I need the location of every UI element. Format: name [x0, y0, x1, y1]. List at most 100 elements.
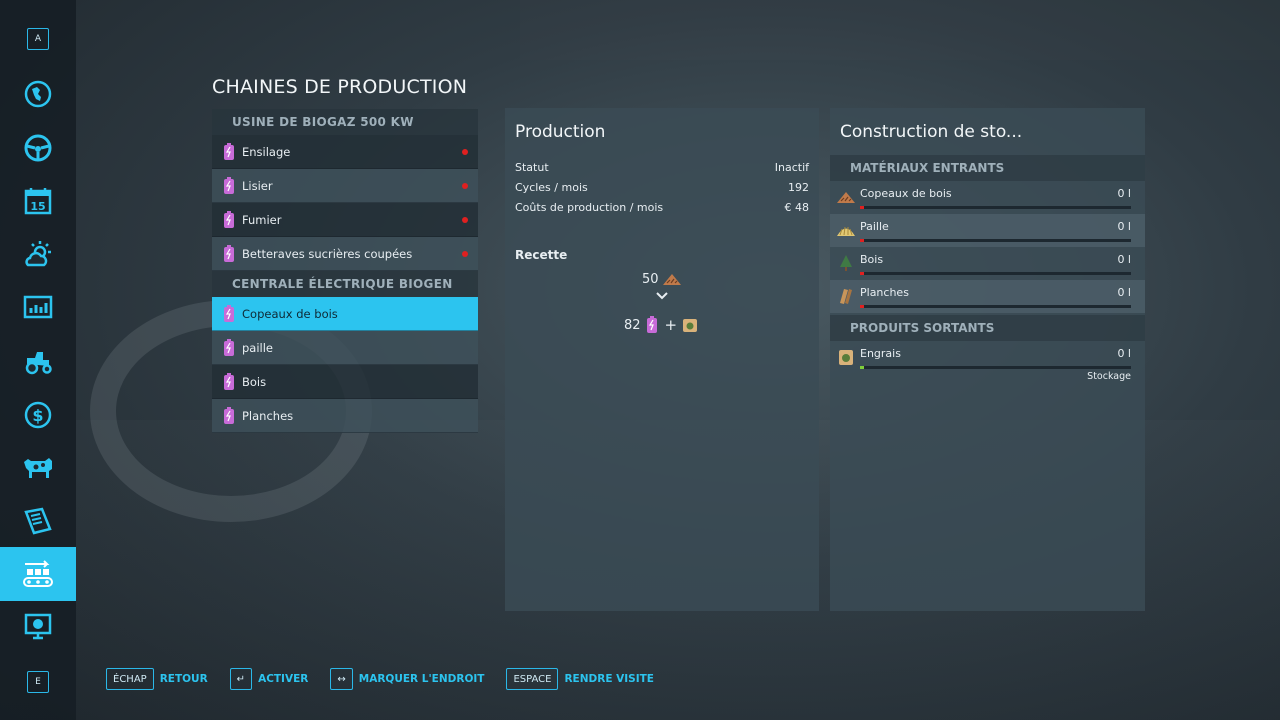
- production-details-panel: Production Statut Inactif Cycles / mois …: [505, 108, 819, 611]
- input-label: Paille: [860, 220, 889, 233]
- stat-row: Cycles / mois 192: [515, 181, 809, 194]
- input-value: 0 l: [1117, 187, 1131, 200]
- production-group-header: USINE DE BIOGAZ 500 KW: [212, 109, 478, 135]
- input-value: 0 l: [1117, 220, 1131, 233]
- electricity-icon: [646, 316, 657, 333]
- input-row-bois: Bois 0 l: [830, 247, 1145, 280]
- fill-bar: [860, 206, 1131, 209]
- input-row-copeaux: Copeaux de bois 0 l: [830, 181, 1145, 214]
- output-row-engrais: Engrais 0 l Stockage: [830, 341, 1145, 389]
- production-chains-icon: [23, 560, 53, 587]
- animals-icon: [24, 458, 52, 478]
- hint-visit[interactable]: ESPACE RENDRE VISITE: [506, 668, 654, 690]
- sidebar-next-key[interactable]: E: [27, 671, 49, 693]
- calendar-icon: 15: [24, 188, 52, 215]
- key-arrows: ↔: [330, 668, 353, 690]
- production-item-planches[interactable]: Planches: [212, 399, 478, 433]
- statistics-icon: [23, 295, 53, 319]
- hint-mark-location[interactable]: ↔ MARQUER L'ENDROIT: [330, 668, 484, 690]
- key-enter: ↵: [229, 668, 253, 690]
- input-label: Bois: [860, 253, 884, 266]
- stat-label: Cycles / mois: [515, 181, 588, 194]
- background-beam: [520, 0, 1280, 60]
- inputs-header: MATÉRIAUX ENTRANTS: [830, 155, 1145, 181]
- production-item-copeaux[interactable]: Copeaux de bois: [212, 297, 478, 331]
- stat-value: Inactif: [774, 161, 809, 174]
- recipe-arrow: [655, 291, 669, 301]
- sidebar-item-finances[interactable]: $: [0, 388, 76, 442]
- fertilizer-icon: [839, 350, 853, 365]
- recipe-plus: +: [664, 316, 678, 334]
- recipe-title: Recette: [515, 248, 568, 262]
- production-item-bois[interactable]: Bois: [212, 365, 478, 399]
- electricity-icon: [224, 176, 234, 194]
- page-title: CHAINES DE PRODUCTION: [212, 76, 468, 98]
- production-item-fumier[interactable]: Fumier: [212, 203, 478, 237]
- stat-value: 192: [788, 181, 809, 194]
- electricity-icon: [224, 142, 234, 160]
- sidebar-item-production[interactable]: [0, 547, 76, 601]
- production-group-header: CENTRALE ÉLECTRIQUE BIOGEN: [212, 271, 478, 297]
- production-item-label: Ensilage: [242, 144, 291, 159]
- hint-label: RENDRE VISITE: [564, 673, 654, 685]
- output-value: 0 l: [1117, 347, 1131, 360]
- fill-bar: [860, 239, 1131, 242]
- status-indicator: [462, 149, 468, 155]
- fill-level: [860, 239, 864, 242]
- stat-value: € 48: [784, 201, 810, 214]
- woodchips-icon: [662, 274, 681, 285]
- production-item-label: Bois: [242, 374, 267, 389]
- production-item-label: Planches: [242, 408, 294, 423]
- tree-icon: [840, 255, 852, 271]
- fill-bar: [860, 305, 1131, 308]
- sidebar-item-calendar[interactable]: 15: [0, 174, 76, 228]
- sidebar-item-help[interactable]: [0, 600, 76, 654]
- production-item-ensilage[interactable]: Ensilage: [212, 135, 478, 169]
- production-item-lisier[interactable]: Lisier: [212, 169, 478, 203]
- sidebar-item-map[interactable]: [0, 67, 76, 121]
- fill-level: [860, 305, 864, 308]
- recipe-output: 82 +: [624, 316, 699, 334]
- outputs-header: PRODUITS SORTANTS: [830, 315, 1145, 341]
- button-hints: ÉCHAP RETOUR ↵ ACTIVER ↔ MARQUER L'ENDRO…: [106, 668, 676, 690]
- hint-back[interactable]: ÉCHAP RETOUR: [106, 668, 208, 690]
- production-item-betteraves[interactable]: Betteraves sucrières coupées: [212, 237, 478, 271]
- calendar-day: 15: [30, 200, 45, 213]
- sidebar-item-vehicles[interactable]: [0, 121, 76, 175]
- status-indicator: [462, 183, 468, 189]
- hint-label: MARQUER L'ENDROIT: [358, 673, 485, 685]
- weather-icon: [25, 241, 51, 267]
- sidebar-item-statistics[interactable]: [0, 281, 76, 335]
- woodchips-icon: [837, 192, 855, 203]
- production-item-paille[interactable]: paille: [212, 331, 478, 365]
- fill-level: [860, 366, 864, 369]
- input-value: 0 l: [1117, 286, 1131, 299]
- fertilizer-icon: [683, 319, 698, 332]
- svg-text:$: $: [32, 406, 43, 425]
- finances-icon: $: [24, 401, 52, 429]
- tutorial-icon: [24, 613, 52, 640]
- production-item-label: Copeaux de bois: [242, 306, 338, 321]
- planks-icon: [840, 289, 852, 304]
- output-mode[interactable]: Stockage: [1087, 371, 1131, 382]
- sidebar: A 15 $ E: [0, 0, 76, 720]
- electricity-icon: [224, 406, 234, 424]
- electricity-icon: [224, 372, 234, 390]
- input-label: Copeaux de bois: [860, 187, 952, 200]
- electricity-icon: [224, 338, 234, 356]
- electricity-icon: [224, 304, 234, 322]
- output-label: Engrais: [860, 347, 901, 360]
- input-row-planches: Planches 0 l: [830, 280, 1145, 313]
- sidebar-item-contracts[interactable]: [0, 494, 76, 548]
- globe-map-icon: [24, 80, 52, 108]
- sidebar-item-weather[interactable]: [0, 228, 76, 282]
- hint-activate[interactable]: ↵ ACTIVER: [229, 668, 308, 690]
- sidebar-item-garage[interactable]: [0, 334, 76, 388]
- sidebar-prev-key[interactable]: A: [27, 28, 49, 50]
- input-label: Planches: [860, 286, 909, 299]
- status-indicator: [462, 251, 468, 257]
- steering-wheel-icon: [24, 134, 52, 162]
- status-indicator: [462, 217, 468, 223]
- sidebar-item-animals[interactable]: [0, 441, 76, 495]
- fill-bar: [860, 366, 1131, 369]
